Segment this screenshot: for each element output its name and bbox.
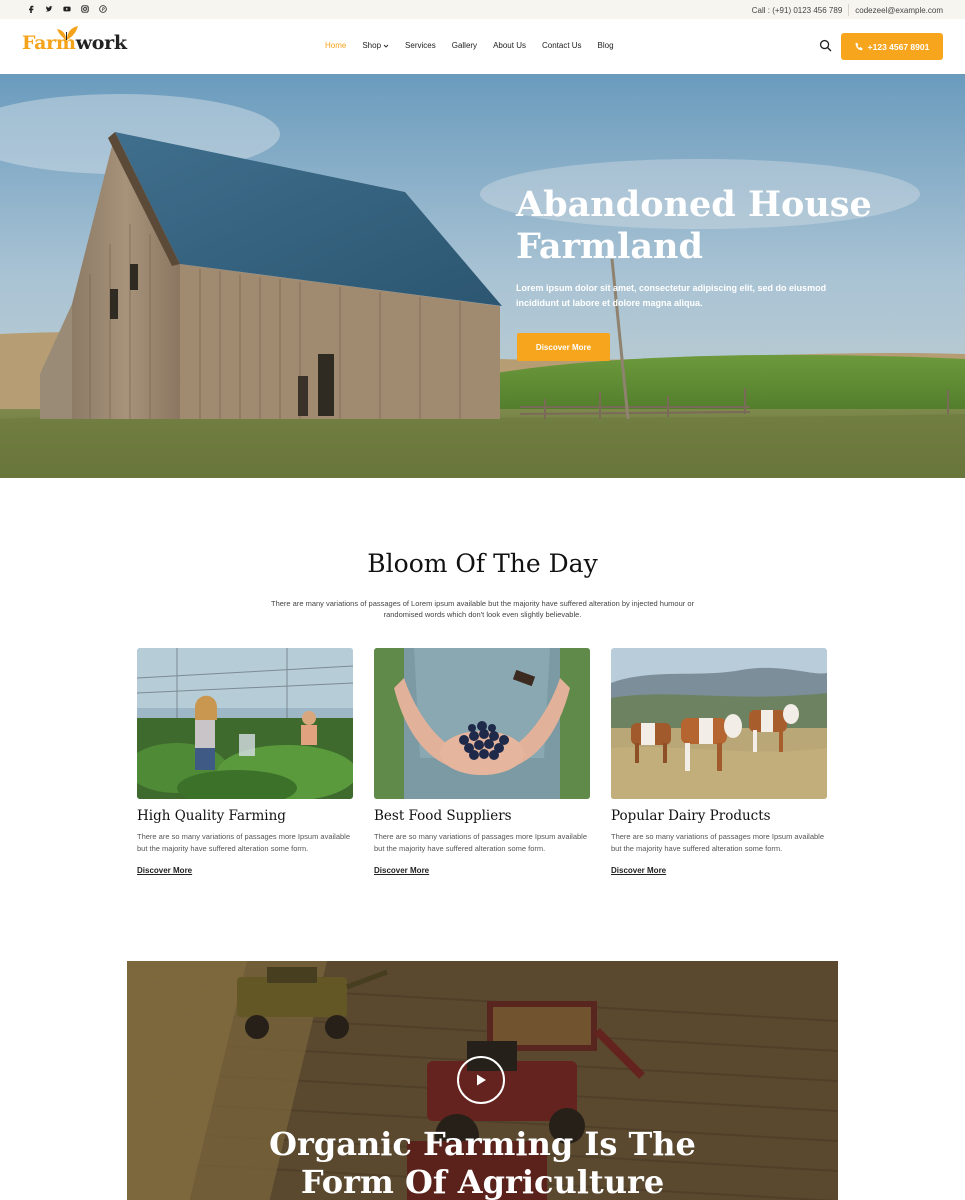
feature-card: Popular Dairy Products There are so many… <box>611 648 827 878</box>
card-text: There are so many variations of passages… <box>374 832 588 853</box>
hero-discover-button[interactable]: Discover More <box>517 333 610 361</box>
play-button[interactable] <box>457 1056 505 1104</box>
nav-blog[interactable]: Blog <box>598 41 614 50</box>
nav-home[interactable]: Home <box>325 41 346 50</box>
card-title: Popular Dairy Products <box>611 808 771 824</box>
video-title-line2: Form Of Agriculture <box>300 1163 665 1200</box>
nav-services[interactable]: Services <box>405 41 436 50</box>
section-title: Bloom Of The Day <box>367 549 598 578</box>
phone-button-label: +123 4567 8901 <box>867 41 930 52</box>
card-discover-link[interactable]: Discover More <box>611 866 666 875</box>
section-text: There are many variations of passages of… <box>270 599 694 619</box>
video-title: Organic Farming Is The Form Of Agricultu… <box>0 1125 965 1200</box>
farming-image[interactable] <box>137 648 353 799</box>
card-discover-link[interactable]: Discover More <box>137 866 192 875</box>
contact-info: Call : (+91) 0123 456 789 codezeel@examp… <box>752 4 943 16</box>
twitter-icon[interactable] <box>44 3 53 15</box>
nav-about[interactable]: About Us <box>493 41 526 50</box>
pinterest-icon[interactable] <box>98 3 107 15</box>
instagram-icon[interactable] <box>80 3 89 15</box>
chevron-down-icon <box>383 44 389 48</box>
hero-title: Abandoned House Farmland <box>516 184 872 267</box>
nav-shop[interactable]: Shop <box>362 41 389 50</box>
card-text: There are so many variations of passages… <box>611 832 825 853</box>
logo[interactable]: Farmwork <box>22 26 127 54</box>
hero-banner: Abandoned House Farmland Lorem ipsum dol… <box>0 74 965 478</box>
phone-button[interactable]: +123 4567 8901 <box>841 33 943 60</box>
card-discover-link[interactable]: Discover More <box>374 866 429 875</box>
phone-icon <box>855 42 863 51</box>
facebook-icon[interactable] <box>26 3 35 15</box>
social-links <box>26 3 107 15</box>
email-link[interactable]: codezeel@example.com <box>855 6 943 15</box>
logo-part2: work <box>75 32 127 54</box>
nav-shop-label: Shop <box>362 41 382 50</box>
blueberries-image[interactable] <box>374 648 590 799</box>
nav-contact[interactable]: Contact Us <box>542 41 582 50</box>
play-icon <box>477 1074 486 1086</box>
divider <box>848 4 850 16</box>
header: Farmwork Home Shop Services Gallery Abou… <box>0 19 965 74</box>
top-bar: Call : (+91) 0123 456 789 codezeel@examp… <box>0 0 965 19</box>
card-text: There are so many variations of passages… <box>137 832 351 853</box>
hero-text: Lorem ipsum dolor sit amet, consectetur … <box>516 283 827 308</box>
card-title: High Quality Farming <box>137 808 286 824</box>
nav-gallery[interactable]: Gallery <box>452 41 477 50</box>
main-nav: Home Shop Services Gallery About Us Cont… <box>325 41 614 50</box>
feature-card: High Quality Farming There are so many v… <box>137 648 353 878</box>
feature-card: Best Food Suppliers There are so many va… <box>374 648 590 878</box>
barn-scene-image <box>0 74 965 478</box>
leaf-icon <box>57 26 78 40</box>
video-title-line1: Organic Farming Is The <box>269 1125 696 1163</box>
card-title: Best Food Suppliers <box>374 808 512 824</box>
youtube-icon[interactable] <box>62 3 71 15</box>
cows-image[interactable] <box>611 648 827 799</box>
search-icon[interactable] <box>819 39 832 52</box>
call-text: Call : (+91) 0123 456 789 <box>751 5 843 15</box>
